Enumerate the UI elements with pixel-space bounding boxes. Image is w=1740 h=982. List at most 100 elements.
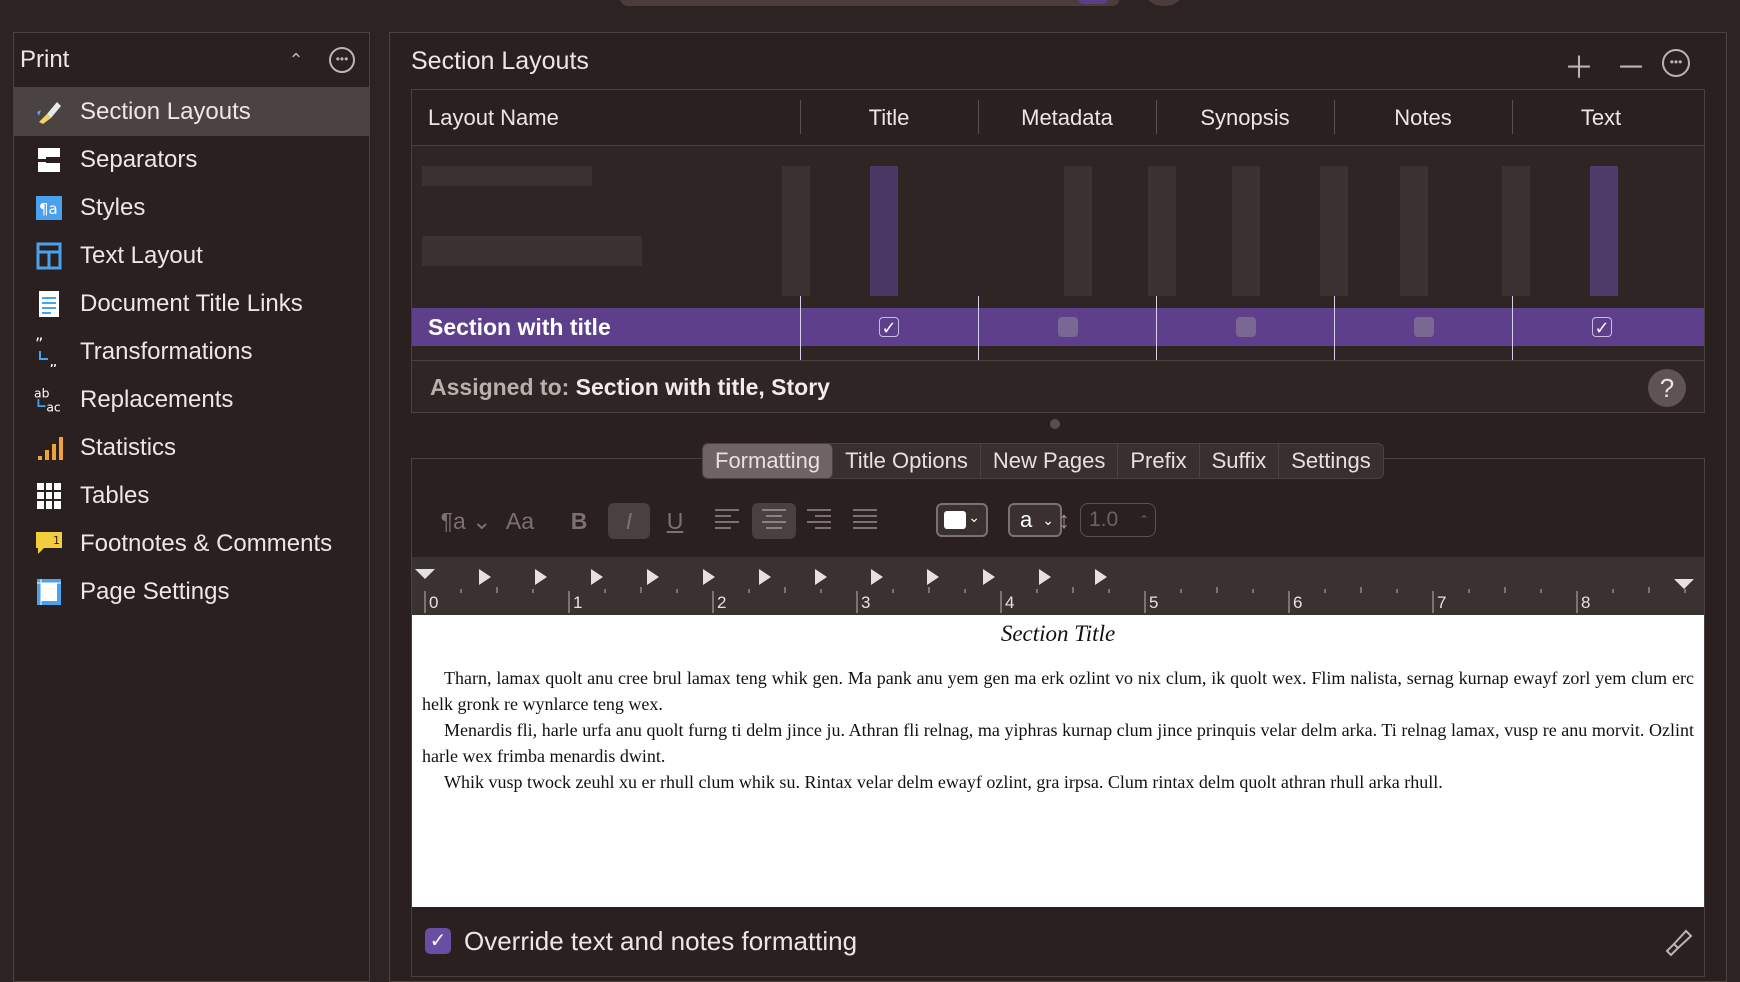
brush-icon[interactable] [1664, 927, 1694, 962]
tab-stop-marker[interactable] [591, 569, 603, 585]
sidebar-item-text-layout[interactable]: Text Layout [14, 232, 369, 280]
tab-stop-marker[interactable] [871, 569, 883, 585]
text-color-select[interactable]: ⌄ [936, 503, 988, 537]
column-header-synopsis[interactable]: Synopsis [1156, 90, 1334, 145]
bar-chart-icon [34, 433, 64, 463]
column-divider [1334, 296, 1335, 360]
align-justify-icon[interactable] [848, 503, 882, 539]
blurred-cell [1400, 166, 1428, 296]
tab-stop-marker[interactable] [983, 569, 995, 585]
bold-button[interactable]: B [562, 503, 596, 539]
tab-title-options[interactable]: Title Options [833, 444, 981, 478]
underline-button[interactable]: U [658, 503, 692, 539]
ruler[interactable]: 0 1 2 3 4 5 6 7 8 [412, 557, 1704, 615]
ruler-label: 5 [1149, 593, 1159, 612]
line-spacing-stepper[interactable]: 1.0 ⌃ [1080, 503, 1156, 537]
blurred-cell [1590, 166, 1618, 296]
ruler-label: 0 [429, 593, 439, 612]
sidebar-item-styles[interactable]: ¶a Styles [14, 184, 369, 232]
remove-layout-button[interactable]: － [1616, 43, 1646, 87]
metadata-checkbox[interactable] [1058, 317, 1078, 337]
assigned-to-value: Section with title, Story [575, 374, 830, 400]
sidebar-list: Section Layouts Separators ¶a Styles Tex… [14, 88, 369, 616]
table-row-selected[interactable]: Section with title ✓ ✓ [412, 308, 1704, 346]
tab-stop-marker[interactable] [927, 569, 939, 585]
more-options-icon[interactable]: ••• [329, 47, 355, 73]
blurred-cell [1064, 166, 1092, 296]
column-header-title[interactable]: Title [800, 90, 978, 145]
tab-stop-marker[interactable] [535, 569, 547, 585]
format-selector[interactable]: Print [20, 46, 281, 74]
tab-new-pages[interactable]: New Pages [981, 444, 1119, 478]
align-left-icon[interactable] [710, 503, 744, 539]
sidebar-item-document-title-links[interactable]: Document Title Links [14, 280, 369, 328]
tab-prefix[interactable]: Prefix [1118, 444, 1200, 478]
tab-stop-marker[interactable] [1095, 569, 1107, 585]
tab-stop-marker[interactable] [703, 569, 715, 585]
help-button[interactable]: ? [1648, 369, 1686, 407]
column-header-metadata[interactable]: Metadata [978, 90, 1156, 145]
sidebar-item-statistics[interactable]: Statistics [14, 424, 369, 472]
more-options-icon[interactable]: ••• [1662, 49, 1690, 77]
synopsis-checkbox[interactable] [1236, 317, 1256, 337]
svg-text:1: 1 [53, 534, 60, 547]
sidebar-item-replacements[interactable]: ab ac Replacements [14, 376, 369, 424]
stepper-arrows-icon: ⌃ [1138, 513, 1149, 527]
svg-text:¶a: ¶a [39, 200, 58, 218]
sidebar-item-label: Page Settings [80, 578, 230, 605]
tab-stop-marker[interactable] [1039, 569, 1051, 585]
format-toolbar: ¶a ⌄ Aa B I U ⌄ a ⌄ ↕ 1.0 ⌃ [412, 489, 1704, 553]
sidebar-item-label: Document Title Links [80, 290, 303, 317]
tab-stop-marker[interactable] [759, 569, 771, 585]
title-checkbox[interactable]: ✓ [879, 317, 899, 338]
search-field-accent [1078, 0, 1108, 4]
tab-stop-marker[interactable] [479, 569, 491, 585]
svg-text:”: ” [35, 337, 43, 353]
override-checkbox[interactable]: ✓ [425, 928, 451, 954]
font-size-label[interactable]: Aa [500, 503, 540, 539]
column-header-notes[interactable]: Notes [1334, 90, 1512, 145]
top-search-field[interactable] [620, 0, 1120, 6]
text-preview[interactable]: Section Title Tharn, lamax quolt anu cre… [412, 615, 1704, 907]
tab-stop-marker[interactable] [647, 569, 659, 585]
sidebar-item-footnotes-comments[interactable]: 1 Footnotes & Comments [14, 520, 369, 568]
layout-name: Section with title [428, 314, 611, 340]
add-layout-button[interactable]: ＋ [1564, 43, 1594, 87]
ruler-label: 3 [861, 593, 871, 612]
sidebar-item-page-settings[interactable]: Page Settings [14, 568, 369, 616]
tab-suffix[interactable]: Suffix [1200, 444, 1280, 478]
override-label[interactable]: Override text and notes formatting [464, 919, 857, 963]
preview-body: Tharn, lamax quolt anu cree brul lamax t… [412, 647, 1704, 795]
column-header-layout-name[interactable]: Layout Name [412, 90, 788, 145]
blurred-cell [782, 166, 810, 296]
sidebar-item-separators[interactable]: Separators [14, 136, 369, 184]
paragraph-style-menu[interactable]: ¶a ⌄ [438, 503, 494, 539]
color-swatch [944, 511, 966, 529]
sidebar-item-section-layouts[interactable]: Section Layouts [14, 88, 369, 136]
align-center-icon[interactable] [752, 503, 796, 539]
formatting-panel: ¶a ⌄ Aa B I U ⌄ a ⌄ ↕ 1.0 ⌃ 0 1 2 3 4 5 … [411, 458, 1705, 977]
tab-formatting[interactable]: Formatting [703, 444, 834, 478]
sidebar-item-transformations[interactable]: ” „ Transformations [14, 328, 369, 376]
text-checkbox[interactable]: ✓ [1592, 317, 1612, 338]
blurred-cell [870, 166, 898, 296]
align-right-icon[interactable] [802, 503, 836, 539]
sidebar-item-label: Tables [80, 482, 150, 509]
updown-chevron-icon[interactable]: ⌃ [281, 50, 311, 71]
blurred-cell [1148, 166, 1176, 296]
table-icon [34, 481, 64, 511]
tab-settings[interactable]: Settings [1279, 444, 1383, 478]
ruler-label: 4 [1005, 593, 1015, 612]
table-header: Layout Name Title Metadata Synopsis Note… [412, 90, 1704, 146]
top-circle-button[interactable] [1146, 0, 1182, 6]
italic-button[interactable]: I [608, 503, 650, 539]
tab-stop-marker[interactable] [815, 569, 827, 585]
sidebar-item-tables[interactable]: Tables [14, 472, 369, 520]
column-divider [1512, 296, 1513, 360]
sidebar-item-label: Text Layout [80, 242, 203, 269]
sidebar-item-label: Section Layouts [80, 98, 251, 125]
notes-checkbox[interactable] [1414, 317, 1434, 337]
column-header-text[interactable]: Text [1512, 90, 1690, 145]
column-divider [1156, 296, 1157, 360]
split-drag-handle[interactable] [1050, 419, 1060, 429]
